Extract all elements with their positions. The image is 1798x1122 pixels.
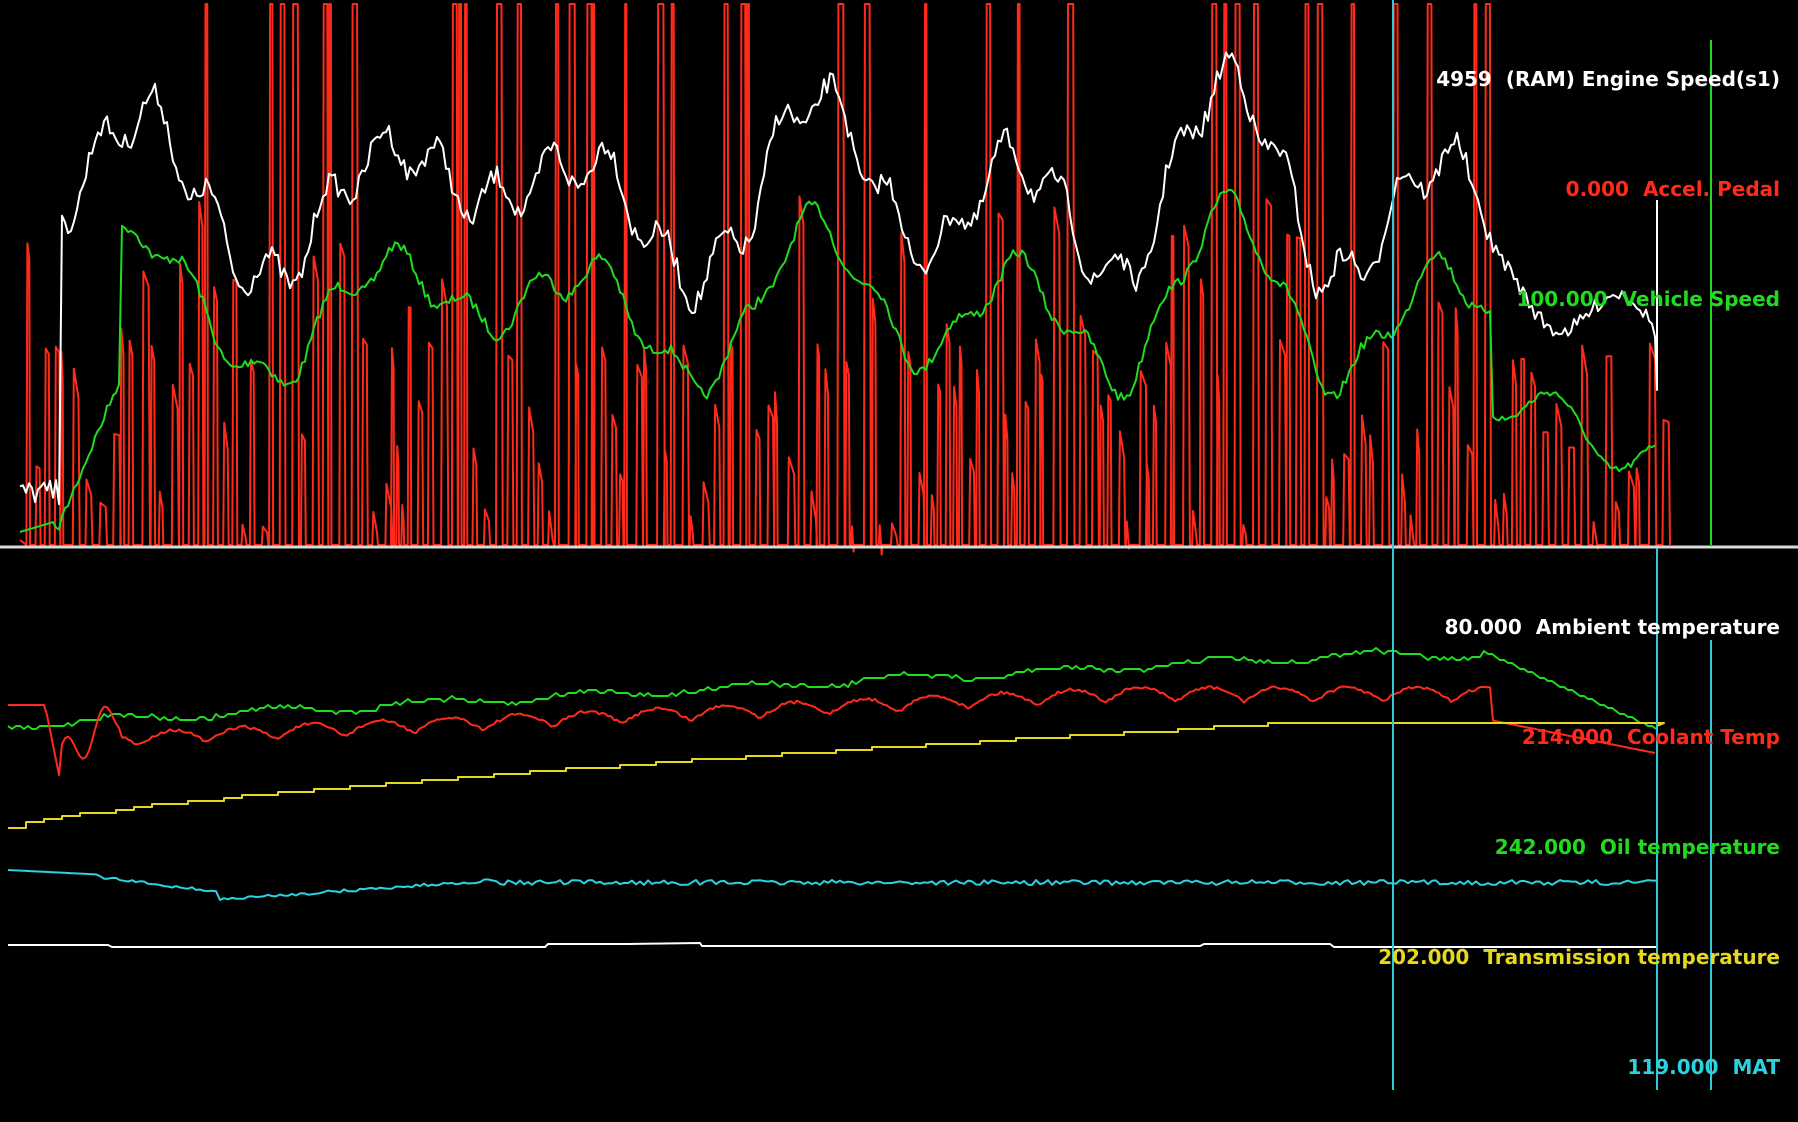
legend-row-mat[interactable]: 119.000 MAT (1350, 1034, 1780, 1100)
accel-pedal-value: 0.000 (1565, 177, 1629, 201)
legend-row-transmission-temperature[interactable]: 202.000 Transmission temperature (1350, 924, 1780, 990)
transmission-temperature-value: 202.000 (1378, 945, 1470, 969)
legend-row-accel-pedal[interactable]: 0.000 Accel. Pedal (1408, 156, 1780, 222)
mat-label: MAT (1732, 1055, 1780, 1079)
mat-value: 119.000 (1627, 1055, 1719, 1079)
coolant-temp-label: Coolant Temp (1627, 725, 1780, 749)
vehicle-speed-value: 100.000 (1516, 287, 1608, 311)
oil-temperature-label: Oil temperature (1599, 835, 1780, 859)
legend-row-oil-temperature[interactable]: 242.000 Oil temperature (1350, 814, 1780, 880)
engine-speed-label: (RAM) Engine Speed(s1) (1505, 67, 1780, 91)
legend-row-vehicle-speed[interactable]: 100.000 Vehicle Speed (1408, 266, 1780, 332)
top-legend: 4959 (RAM) Engine Speed(s1) 0.000 Accel. P… (1408, 2, 1780, 354)
bottom-legend: 80.000 Ambient temperature 214.000 Coolant… (1350, 550, 1780, 1122)
transmission-temperature-label: Transmission temperature (1483, 945, 1780, 969)
coolant-temp-value: 214.000 (1521, 725, 1614, 749)
vehicle-speed-label: Vehicle Speed (1621, 287, 1780, 311)
accel-pedal-label: Accel. Pedal (1642, 177, 1780, 201)
legend-row-coolant-temp[interactable]: 214.000 Coolant Temp (1350, 704, 1780, 770)
ambient-temperature-label: Ambient temperature (1535, 615, 1780, 639)
engine-speed-value: 4959 (1436, 67, 1492, 91)
oil-temperature-value: 242.000 (1494, 835, 1586, 859)
legend-row-engine-speed[interactable]: 4959 (RAM) Engine Speed(s1) (1408, 46, 1780, 112)
ambient-temperature-value: 80.000 (1444, 615, 1522, 639)
legend-row-ambient-temperature[interactable]: 80.000 Ambient temperature (1350, 594, 1780, 660)
